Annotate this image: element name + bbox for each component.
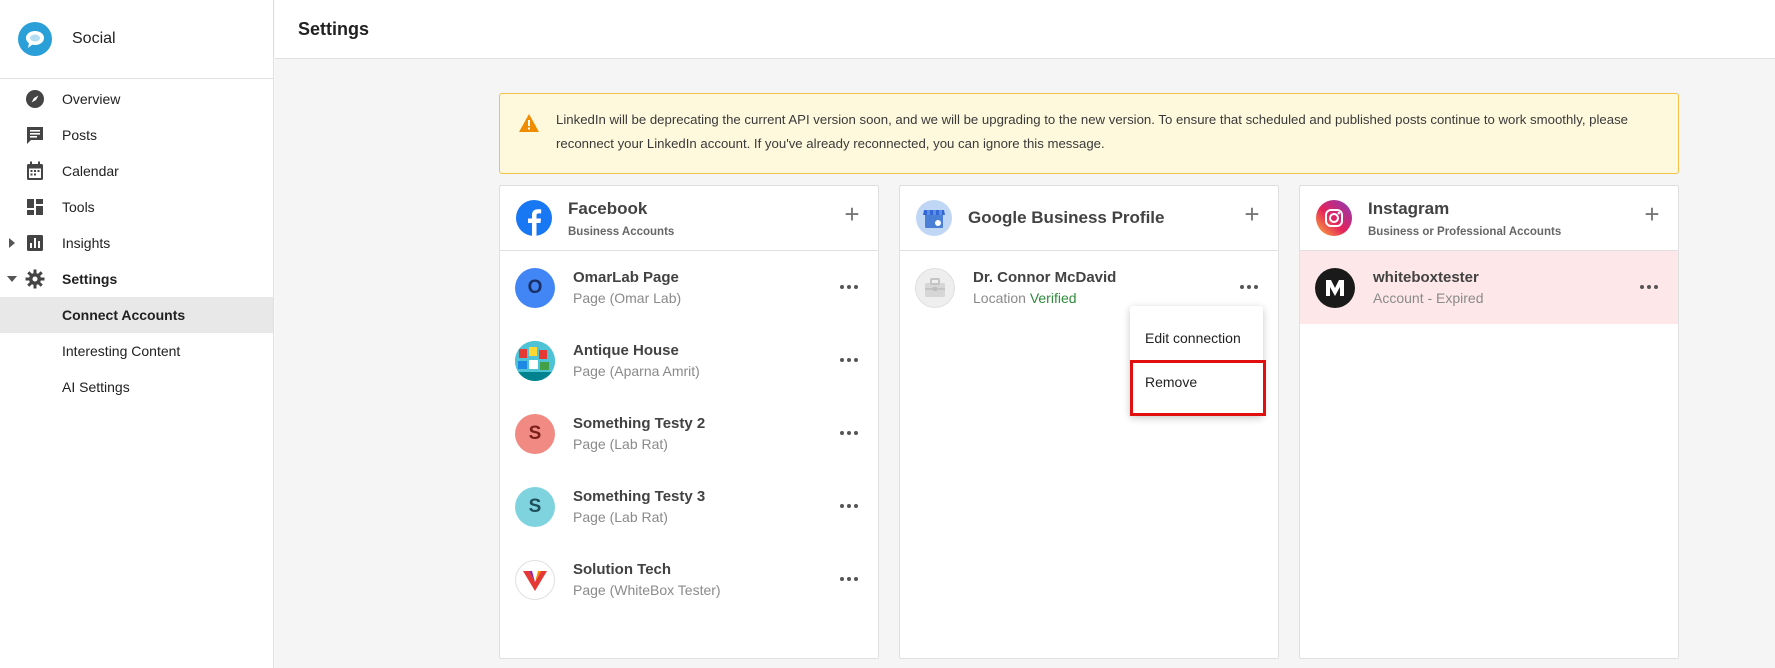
avatar: S [515, 413, 555, 454]
gbp-card-titles: Google Business Profile [968, 208, 1165, 228]
add-gbp-account-button[interactable]: + [1242, 201, 1262, 227]
card-title: Instagram [1368, 198, 1450, 218]
sidebar-item-label: Connect Accounts [62, 307, 186, 323]
sidebar-item-ai-settings[interactable]: AI Settings [0, 369, 273, 405]
more-options-icon[interactable] [838, 277, 860, 297]
add-instagram-account-button[interactable]: + [1642, 201, 1662, 227]
more-options-icon[interactable] [838, 423, 860, 443]
linkedin-alert-banner: LinkedIn will be deprecating the current… [499, 93, 1679, 174]
sidebar-item-posts[interactable]: Posts [0, 117, 273, 153]
more-options-icon[interactable] [1238, 277, 1260, 297]
account-name: OmarLab Page [573, 269, 679, 286]
insights-icon [24, 233, 46, 253]
more-options-icon[interactable] [838, 496, 860, 516]
chevron-down-icon[interactable] [7, 273, 17, 285]
chevron-right-icon[interactable] [7, 237, 17, 249]
account-row-solution-tech[interactable]: Solution Tech Page (WhiteBox Tester) [500, 543, 878, 616]
instagram-card-header: Instagram Business or Professional Accou… [1300, 186, 1678, 251]
main-content: LinkedIn will be deprecating the current… [275, 59, 1775, 668]
more-options-icon[interactable] [838, 569, 860, 589]
sidebar-item-label: Posts [62, 127, 98, 143]
avatar-image [515, 340, 555, 381]
account-name: Something Testy 3 [573, 488, 706, 505]
alert-message: LinkedIn will be deprecating the current… [556, 112, 1629, 151]
google-business-icon [916, 200, 952, 236]
sidebar-item-label: Calendar [62, 163, 119, 179]
facebook-card: Facebook Business Accounts + O OmarLab P… [499, 185, 879, 659]
sidebar-item-overview[interactable]: Overview [0, 81, 273, 117]
tools-icon [24, 197, 46, 217]
account-name: Antique House [573, 342, 679, 359]
account-detail: Account - Expired [1373, 290, 1484, 306]
sidebar-item-connect-accounts[interactable]: Connect Accounts [0, 297, 273, 333]
solution-tech-logo-icon [515, 559, 555, 600]
account-name: Something Testy 2 [573, 415, 706, 432]
compass-icon [24, 89, 46, 109]
card-subtitle: Business or Professional Accounts [1368, 225, 1562, 238]
facebook-card-header: Facebook Business Accounts + [500, 186, 878, 251]
instagram-card-titles: Instagram Business or Professional Accou… [1368, 199, 1561, 238]
account-detail: Page (Lab Rat) [573, 509, 668, 525]
page-title: Settings [298, 18, 370, 39]
sidebar: Social Overview Posts Calendar Tools Ins… [0, 0, 274, 668]
account-name: whiteboxtester [1373, 269, 1479, 286]
add-facebook-account-button[interactable]: + [842, 201, 862, 227]
sidebar-item-insights[interactable]: Insights [0, 225, 273, 261]
social-logo-icon [18, 22, 52, 56]
account-detail: Page (Lab Rat) [573, 436, 668, 452]
remove-highlight-box [1130, 360, 1266, 416]
more-options-icon[interactable] [838, 350, 860, 370]
sidebar-item-tools[interactable]: Tools [0, 189, 273, 225]
account-detail: Page (Omar Lab) [573, 290, 682, 306]
calendar-icon [24, 161, 46, 181]
sidebar-item-settings[interactable]: Settings [0, 261, 273, 297]
sidebar-item-label: Tools [62, 199, 95, 215]
sidebar-item-label: Settings [62, 271, 118, 287]
account-name: Solution Tech [573, 561, 672, 578]
briefcase-icon [915, 267, 955, 308]
verified-status: Verified [1029, 290, 1077, 306]
instagram-logo-icon [1316, 200, 1352, 236]
avatar: O [515, 267, 555, 308]
instagram-card: Instagram Business or Professional Accou… [1299, 185, 1679, 659]
more-options-icon[interactable] [1638, 277, 1660, 297]
account-detail: Location Verified [973, 290, 1116, 306]
google-business-profile-card: Google Business Profile + Dr. Connor McD… [899, 185, 1279, 659]
card-title: Google Business Profile [968, 208, 1165, 227]
sidebar-item-label: Interesting Content [62, 343, 181, 359]
sidebar-item-label: Overview [62, 91, 121, 107]
account-row-something-testy-3[interactable]: S Something Testy 3 Page (Lab Rat) [500, 470, 878, 543]
avatar: S [515, 486, 555, 527]
sidebar-item-interesting-content[interactable]: Interesting Content [0, 333, 273, 369]
location-label: Location [973, 290, 1026, 306]
account-row-antique-house[interactable]: Antique House Page (Aparna Amrit) [500, 324, 878, 397]
account-row-omarlab[interactable]: O OmarLab Page Page (Omar Lab) [500, 251, 878, 324]
page-header: Settings [275, 0, 1775, 59]
sidebar-item-label: AI Settings [62, 379, 130, 395]
gbp-card-header: Google Business Profile + [900, 186, 1278, 251]
posts-icon [24, 125, 46, 145]
account-detail: Page (Aparna Amrit) [573, 363, 700, 379]
brand-name: Social [72, 30, 116, 47]
card-title: Facebook [568, 198, 648, 218]
account-detail: Page (WhiteBox Tester) [573, 582, 721, 598]
sidebar-item-label: Insights [62, 235, 111, 251]
sidebar-item-calendar[interactable]: Calendar [0, 153, 273, 189]
facebook-card-titles: Facebook Business Accounts [568, 199, 674, 238]
account-row-something-testy-2[interactable]: S Something Testy 2 Page (Lab Rat) [500, 397, 878, 470]
whitebox-logo-icon [1315, 267, 1355, 308]
sidebar-nav: Overview Posts Calendar Tools Insights S… [0, 79, 273, 405]
account-row-whiteboxtester[interactable]: whiteboxtester Account - Expired [1300, 251, 1678, 324]
gear-icon [24, 269, 46, 289]
warning-icon [518, 113, 540, 133]
card-subtitle: Business Accounts [568, 225, 675, 238]
account-name: Dr. Connor McDavid [973, 269, 1117, 286]
edit-connection-menu-item[interactable]: Edit connection [1130, 316, 1263, 360]
facebook-logo-icon [516, 200, 552, 236]
brand[interactable]: Social [0, 0, 273, 79]
